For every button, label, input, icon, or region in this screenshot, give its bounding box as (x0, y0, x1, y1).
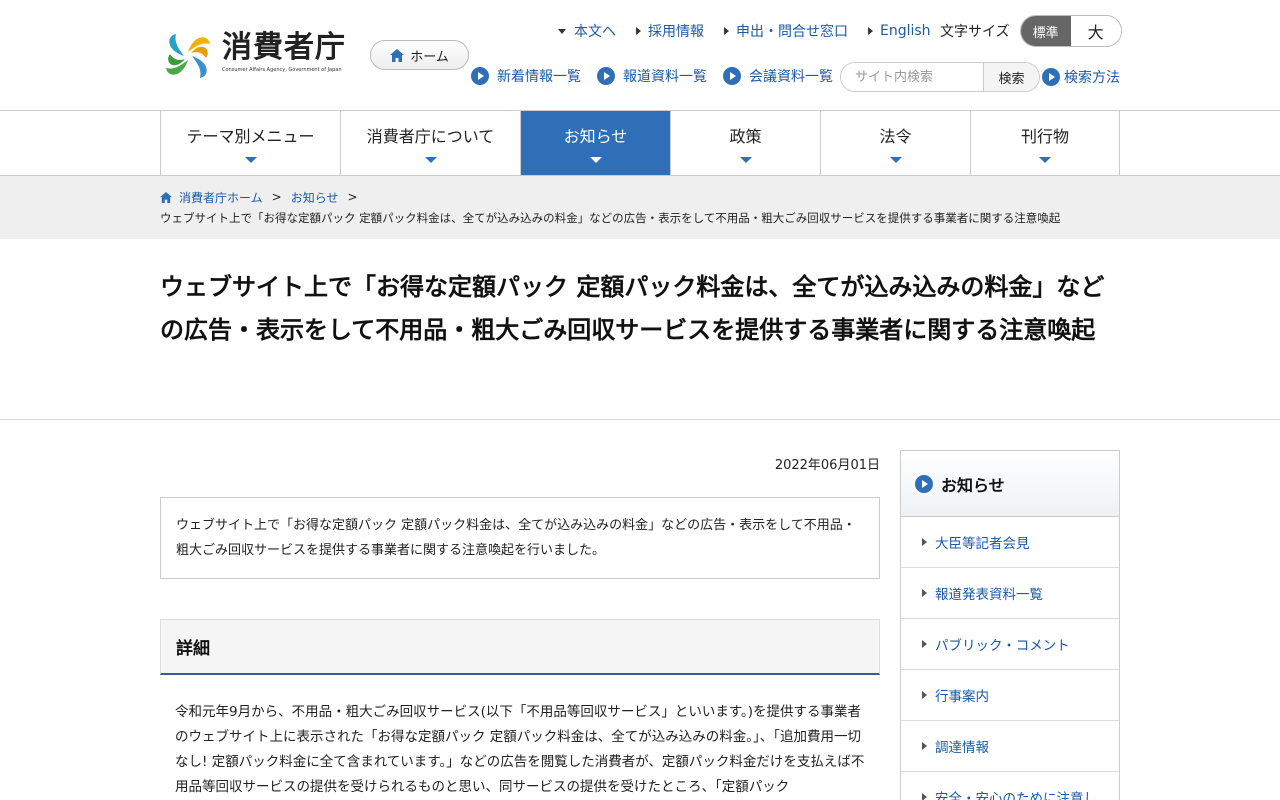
search-button[interactable]: 検索 (983, 63, 1039, 91)
home-button-label: ホーム (410, 49, 449, 65)
util-link-label: 採用情報 (648, 24, 704, 40)
breadcrumb-bar: 消費者庁ホーム > お知らせ > ウェブサイト上で「お得な定額パック 定額パック… (0, 176, 1280, 239)
chevron-down-icon (1039, 157, 1051, 163)
sidebar-item-label: 報道発表資料一覧 (935, 587, 1043, 603)
sidebar-item-safety[interactable]: 安全・安心のために注意し (901, 772, 1119, 800)
gnav-label: 刊行物 (1020, 127, 1069, 146)
util-link-recruit[interactable]: 採用情報 (636, 21, 704, 41)
arrow-right-icon (922, 640, 927, 648)
sidebar-item-procurement[interactable]: 調達情報 (901, 721, 1119, 772)
arrow-right-icon (922, 742, 927, 750)
sidebar-item-label: 大臣等記者会見 (935, 536, 1030, 552)
arrow-right-icon (868, 27, 873, 35)
gnav-item-news[interactable]: お知らせ (521, 111, 671, 175)
circle-arrow-icon (1042, 68, 1060, 86)
sidebar-heading-label: お知らせ (941, 475, 1005, 495)
gnav-item-policy[interactable]: 政策 (671, 111, 821, 175)
circle-arrow-icon (597, 67, 615, 85)
arrow-right-icon (724, 27, 729, 35)
chevron-down-icon (589, 157, 602, 163)
caa-logo-icon (166, 34, 210, 78)
sidebar-item-press-conference[interactable]: 大臣等記者会見 (901, 517, 1119, 568)
gnav-label: 政策 (729, 127, 762, 146)
gnav-label: 法令 (879, 127, 912, 146)
arrow-right-icon (922, 691, 927, 699)
gnav-item-about[interactable]: 消費者庁について (341, 111, 521, 175)
chevron-down-icon (244, 157, 257, 163)
font-size-standard-button[interactable]: 標準 (1020, 16, 1071, 46)
breadcrumb-current: ウェブサイト上で「お得な定額パック 定額パック料金は、全てが込み込みの料金」など… (160, 211, 1061, 225)
page-title: ウェブサイト上で「お得な定額パック 定額パック料金は、全てが込み込みの料金」など… (160, 273, 1105, 344)
util-link-contact[interactable]: 申出・問合せ窓口 (724, 21, 848, 41)
arrow-down-icon (558, 28, 566, 34)
gnav-label: お知らせ (563, 127, 628, 146)
gnav-item-law[interactable]: 法令 (821, 111, 971, 175)
search-input[interactable] (841, 63, 983, 91)
arrow-right-icon (922, 538, 927, 546)
sidebar-item-label: 調達情報 (935, 740, 989, 756)
body-text: 令和元年9月から、不用品・粗大ごみ回収サービス(以下「不用品等回収サービス」とい… (175, 704, 865, 795)
sidebar-item-label: 安全・安心のために注意し (935, 791, 1097, 800)
site-logo[interactable]: 消費者庁 Consumer Affairs Agency, Government… (160, 30, 346, 82)
site-search: 検索 (840, 62, 1040, 92)
chevron-down-icon (889, 157, 902, 163)
site-header: 消費者庁 Consumer Affairs Agency, Government… (0, 0, 1280, 110)
sidebar-heading: お知らせ (901, 451, 1119, 517)
gnav-item-theme-menu[interactable]: テーマ別メニュー (161, 111, 341, 175)
quick-link-new-info[interactable]: 新着情報一覧 (471, 66, 581, 86)
breadcrumb-home-link[interactable]: 消費者庁ホーム (179, 189, 263, 206)
home-icon (160, 191, 172, 203)
util-link-english[interactable]: English (868, 23, 931, 39)
sidebar-item-label: パブリック・コメント (935, 638, 1070, 654)
utility-links: 本文へ 採用情報 申出・問合せ窓口 English (558, 21, 951, 41)
gnav-label: 消費者庁について (366, 127, 495, 146)
gnav-item-publications[interactable]: 刊行物 (971, 111, 1120, 175)
util-link-label: 申出・問合せ窓口 (736, 24, 848, 40)
util-link-label: 本文へ (574, 24, 616, 40)
gnav-label: テーマ別メニュー (186, 127, 315, 146)
sidebar-item-press-releases[interactable]: 報道発表資料一覧 (901, 568, 1119, 619)
search-help-link[interactable]: 検索方法 (1042, 67, 1120, 87)
breadcrumb: 消費者庁ホーム > お知らせ > ウェブサイト上で「お得な定額パック 定額パック… (160, 189, 1280, 226)
logo-english-text: Consumer Affairs Agency, Government of J… (222, 67, 342, 73)
font-size-large-button[interactable]: 大 (1070, 16, 1121, 46)
main-content: 2022年06月01日 ウェブサイト上で「お得な定額パック 定額パック料金は、全… (160, 454, 880, 800)
font-size-label: 文字サイズ (940, 24, 1010, 40)
title-area: ウェブサイト上で「お得な定額パック 定額パック料金は、全てが込み込みの料金」など… (0, 239, 1280, 420)
home-button[interactable]: ホーム (370, 40, 469, 70)
quick-link-label: 新着情報一覧 (497, 69, 581, 85)
font-size-control: 文字サイズ 標準 大 (940, 15, 1122, 47)
quick-link-label: 会議資料一覧 (749, 69, 833, 85)
sidebar: お知らせ 大臣等記者会見 報道発表資料一覧 パブリック・コメント 行事案内 調達… (900, 450, 1120, 800)
circle-arrow-icon (915, 474, 933, 493)
arrow-right-icon (922, 793, 927, 800)
sidebar-item-label: 行事案内 (935, 689, 989, 705)
logo-text: 消費者庁 (222, 30, 346, 65)
breadcrumb-news-link[interactable]: お知らせ (291, 189, 339, 206)
breadcrumb-separator: > (271, 190, 282, 204)
section-heading: 詳細 (160, 619, 880, 675)
summary-box: ウェブサイト上で「お得な定額パック 定額パック料金は、全てが込み込みの料金」など… (160, 497, 880, 579)
arrow-right-icon (922, 589, 927, 597)
publish-date: 2022年06月01日 (774, 458, 880, 473)
home-icon (390, 48, 405, 62)
quick-link-press[interactable]: 報道資料一覧 (597, 66, 707, 86)
circle-arrow-icon (471, 67, 489, 85)
sidebar-item-public-comment[interactable]: パブリック・コメント (901, 619, 1119, 670)
quick-links: 新着情報一覧 報道資料一覧 会議資料一覧 (471, 66, 849, 86)
quick-link-label: 報道資料一覧 (623, 69, 707, 85)
sidebar-item-events[interactable]: 行事案内 (901, 670, 1119, 721)
global-nav: テーマ別メニュー 消費者庁について お知らせ 政策 法令 刊行物 (0, 110, 1280, 176)
arrow-right-icon (636, 27, 641, 35)
quick-link-meetings[interactable]: 会議資料一覧 (723, 66, 833, 86)
circle-arrow-icon (723, 67, 741, 85)
search-help-label: 検索方法 (1064, 70, 1120, 86)
chevron-down-icon (739, 157, 752, 163)
util-link-skip-to-content[interactable]: 本文へ (558, 21, 616, 41)
font-size-toggle: 標準 大 (1019, 15, 1122, 47)
breadcrumb-separator: > (347, 190, 358, 204)
util-link-label: English (880, 23, 931, 39)
chevron-down-icon (424, 157, 437, 163)
